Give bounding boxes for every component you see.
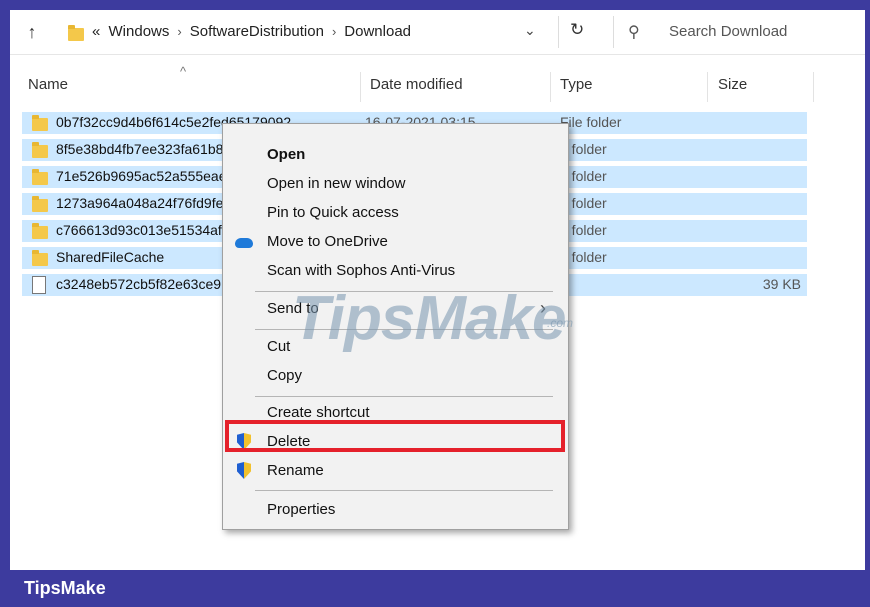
menu-item-move-onedrive[interactable]: Move to OneDrive: [223, 229, 568, 257]
menu-item-label: Properties: [267, 501, 336, 518]
column-divider[interactable]: [813, 72, 814, 102]
menu-item-label: Open: [267, 146, 306, 163]
file-name: c3248eb572cb5f82e63ce9: [56, 276, 222, 292]
menu-item-copy[interactable]: Copy: [223, 363, 568, 391]
menu-item-pin-quick-access[interactable]: Pin to Quick access: [223, 200, 568, 228]
file-name: 1273a964a048a24f76fd9fe: [56, 195, 224, 211]
delete-highlight-box: [225, 420, 565, 452]
column-divider[interactable]: [360, 72, 361, 102]
menu-item-open[interactable]: Open: [223, 142, 568, 170]
watermark: TipsMake: [292, 284, 566, 353]
menu-item-rename[interactable]: Rename: [223, 458, 568, 486]
watermark-suffix: .com: [547, 316, 574, 330]
search-icon: ⚲: [628, 24, 640, 41]
refresh-icon[interactable]: ↻: [570, 20, 584, 40]
column-size[interactable]: Size: [718, 76, 747, 93]
column-header: ^ Name Date modified Type Size: [10, 64, 865, 110]
folder-icon: [32, 223, 48, 239]
search-input[interactable]: ⚲ Search Download: [613, 16, 862, 48]
file-name: 8f5e38bd4fb7ee323fa61b8: [56, 141, 224, 157]
breadcrumb-download[interactable]: Download: [344, 23, 411, 40]
file-size: 39 KB: [762, 276, 801, 292]
column-date-modified[interactable]: Date modified: [370, 76, 463, 93]
menu-item-label: Pin to Quick access: [267, 204, 399, 221]
onedrive-icon: [235, 238, 253, 248]
chevron-down-icon[interactable]: ⌄: [524, 22, 536, 39]
breadcrumb-overflow[interactable]: «: [92, 23, 100, 40]
menu-item-label: Open in new window: [267, 175, 406, 192]
menu-item-label: Create shortcut: [267, 404, 370, 421]
window-edge: [865, 10, 870, 570]
file-type: File folder: [560, 114, 622, 130]
folder-icon: [32, 115, 48, 131]
divider: [558, 16, 559, 48]
column-divider[interactable]: [550, 72, 551, 102]
file-icon: [32, 276, 46, 294]
up-arrow-icon[interactable]: ↑: [22, 22, 42, 42]
address-bar: ↑ « Windows › SoftwareDistribution › Downloa…: [10, 10, 865, 55]
menu-item-scan-sophos[interactable]: Scan with Sophos Anti-Virus: [223, 258, 568, 286]
column-type[interactable]: Type: [560, 76, 593, 93]
file-name: SharedFileCache: [56, 249, 165, 265]
folder-icon: [68, 25, 84, 41]
menu-item-open-new-window[interactable]: Open in new window: [223, 171, 568, 199]
menu-item-properties[interactable]: Properties: [223, 497, 568, 525]
folder-icon: [32, 250, 48, 266]
menu-separator: [255, 490, 553, 491]
sort-caret-icon: ^: [180, 64, 187, 79]
folder-icon: [32, 142, 48, 158]
menu-item-label: Copy: [267, 367, 303, 384]
breadcrumb-softwaredistribution[interactable]: SoftwareDistribution: [190, 23, 324, 40]
breadcrumb[interactable]: « Windows › SoftwareDistribution › Download: [92, 23, 415, 40]
file-name: 71e526b9695ac52a555eae: [56, 168, 227, 184]
footer-brand: TipsMake: [24, 578, 106, 598]
column-name[interactable]: Name: [28, 76, 68, 93]
file-name: c766613d93c013e51534aff: [56, 222, 226, 238]
menu-item-label: Scan with Sophos Anti-Virus: [267, 262, 456, 279]
column-divider[interactable]: [707, 72, 708, 102]
breadcrumb-separator[interactable]: ›: [332, 24, 336, 39]
breadcrumb-separator[interactable]: ›: [177, 24, 181, 39]
menu-item-label: Rename: [267, 462, 324, 479]
folder-icon: [32, 196, 48, 212]
folder-icon: [32, 169, 48, 185]
menu-item-label: Cut: [267, 338, 291, 355]
menu-separator: [255, 396, 553, 397]
shield-icon: [237, 462, 251, 479]
breadcrumb-windows[interactable]: Windows: [109, 23, 170, 40]
search-placeholder: Search Download: [669, 23, 788, 40]
menu-item-label: Move to OneDrive: [267, 233, 388, 250]
